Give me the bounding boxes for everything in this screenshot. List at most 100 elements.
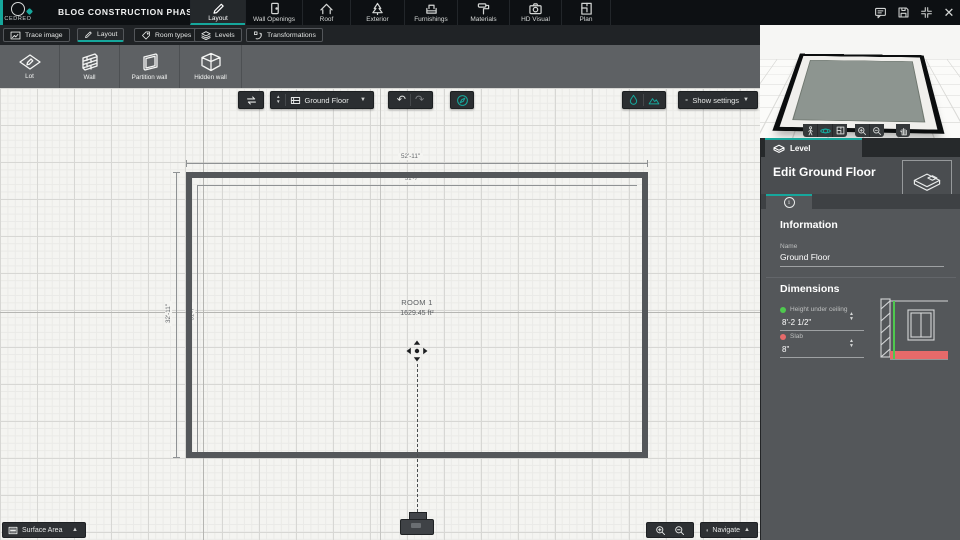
camera-icon — [529, 3, 542, 15]
dimension-line-left-outer — [176, 172, 177, 458]
slab-stepper[interactable]: ▲ ▼ — [849, 339, 854, 349]
layout-ribbon: Trace image Layout Room types Levels Tra… — [0, 25, 760, 45]
preview-toolbar — [760, 124, 960, 138]
app-window: CEDREO BLOG CONSTRUCTION PHASES Layout W… — [0, 0, 960, 540]
name-field[interactable]: Ground Floor — [780, 252, 830, 262]
plans-view-icon[interactable] — [833, 124, 847, 137]
project-title: BLOG CONSTRUCTION PHASES — [58, 7, 206, 17]
tab-label: Plan — [579, 16, 593, 23]
tab-label: Materials — [470, 16, 497, 23]
tab-materials[interactable]: Materials — [457, 0, 509, 25]
tab-information[interactable]: i — [766, 194, 812, 209]
door-icon — [270, 2, 279, 15]
tab-furnishings[interactable]: Furnishings — [404, 0, 457, 25]
collapse-icon[interactable] — [919, 6, 933, 20]
top-bar: CEDREO BLOG CONSTRUCTION PHASES Layout W… — [0, 0, 960, 25]
camera-sight-line — [417, 364, 418, 512]
tool-lot[interactable]: Lot — [0, 45, 60, 88]
brand-name: CEDREO — [4, 16, 32, 22]
ribbon-label: Room types — [155, 31, 192, 39]
tool-hidden-wall[interactable]: Hidden wall — [180, 45, 242, 88]
tab-level[interactable]: Level — [765, 138, 862, 157]
surface-area-dropdown[interactable]: Surface Area ▲ — [2, 522, 86, 538]
navigate-label: Navigate — [712, 526, 741, 534]
terrain-icon[interactable] — [648, 95, 660, 106]
orbit-view-icon[interactable] — [818, 124, 833, 137]
tab-roof[interactable]: Roof — [302, 0, 350, 25]
slab-field[interactable]: 8" — [782, 345, 789, 354]
zoom-in-icon[interactable] — [655, 525, 666, 536]
image-icon — [10, 31, 21, 39]
floor-plan-canvas[interactable]: 52'-11" 51'-7" 32'-11" 31'-7" ROOM 1 162… — [0, 88, 760, 540]
tool-label: Partition wall — [131, 74, 168, 81]
ribbon-trace-image[interactable]: Trace image — [3, 28, 70, 42]
dimension-label-outer-height: 32'-11" — [165, 300, 173, 327]
level-stepper[interactable]: ▲ ▼ — [276, 95, 281, 104]
chevron-down-icon: ▼ — [360, 97, 366, 103]
navigate-dropdown[interactable]: Navigate ▲ — [700, 522, 758, 538]
switch-view-button[interactable] — [238, 91, 264, 109]
preview-pan-hand-icon[interactable] — [896, 124, 910, 137]
show-settings-dropdown[interactable]: Show settings ▼ — [678, 91, 758, 109]
feedback-icon[interactable] — [873, 6, 887, 20]
height-status-dot — [780, 307, 786, 313]
tab-label: Exterior — [366, 16, 389, 23]
slab-highlight — [890, 351, 948, 359]
brick-wall-icon — [81, 53, 98, 71]
zoom-out-icon[interactable] — [674, 525, 685, 536]
height-stepper[interactable]: ▲ ▼ — [849, 312, 854, 322]
tab-label: Furnishings — [414, 16, 448, 23]
chevron-down-icon: ▼ — [743, 97, 749, 103]
ribbon-levels[interactable]: Levels — [194, 28, 242, 42]
ribbon-layout[interactable]: Layout — [77, 28, 125, 42]
tab-label: Roof — [319, 16, 334, 23]
close-icon[interactable]: ✕ — [942, 5, 956, 20]
sidebar-content: Information Name Ground Floor Dimensions… — [761, 209, 960, 540]
tab-wall-openings[interactable]: Wall Openings — [245, 0, 302, 25]
tool-wall[interactable]: Wall — [60, 45, 120, 88]
walkthrough-icon[interactable] — [803, 124, 818, 137]
ribbon-transformations[interactable]: Transformations — [246, 28, 323, 42]
tab-layout[interactable]: Layout — [190, 0, 245, 25]
wire-cube-icon — [200, 52, 221, 72]
undo-button[interactable]: ↶ — [397, 94, 406, 106]
hand-icon — [706, 529, 709, 532]
wall-tools-bar: Lot Wall Partition wall Hidden wall — [0, 45, 760, 88]
wall-section-diagram — [880, 298, 948, 360]
chevron-up-icon: ▲ — [72, 527, 78, 533]
save-icon[interactable] — [896, 6, 910, 20]
paint-roller-icon — [477, 3, 490, 15]
preview-zoom-out-icon[interactable] — [870, 124, 884, 137]
move-cursor-icon[interactable] — [406, 340, 428, 362]
tool-partition-wall[interactable]: Partition wall — [120, 45, 180, 88]
preview-3d-viewport[interactable] — [760, 25, 960, 138]
properties-sidebar: Level Edit Ground Floor i Information Na… — [760, 138, 960, 540]
room-name: ROOM 1 — [401, 298, 433, 307]
camera-marker[interactable] — [400, 512, 434, 538]
roof-icon — [320, 3, 333, 15]
redo-button[interactable]: ↷ — [415, 94, 424, 106]
sidebar-tab-row: Level — [761, 138, 960, 157]
tab-exterior[interactable]: Exterior — [350, 0, 404, 25]
preview-zoom-in-icon[interactable] — [855, 124, 870, 137]
cedreo-logo-icon[interactable] — [11, 2, 34, 16]
info-icon: i — [783, 197, 795, 208]
tab-hd-visual[interactable]: HD Visual — [509, 0, 561, 25]
zoom-controls — [646, 522, 694, 538]
compass-button[interactable] — [450, 91, 474, 109]
compass-icon — [456, 94, 468, 106]
sofa-icon — [425, 4, 437, 14]
show-settings-label: Show settings — [692, 95, 740, 105]
swap-arrows-icon — [246, 95, 256, 105]
paint-drop-icon[interactable] — [628, 94, 639, 106]
ribbon-room-types[interactable]: Room types — [134, 28, 199, 42]
building-icon — [290, 96, 300, 104]
level-selector-dropdown[interactable]: ▲ ▼ Ground Floor ▼ — [270, 91, 374, 109]
tree-icon — [372, 2, 383, 15]
tool-label: Hidden wall — [194, 74, 227, 81]
tab-plan[interactable]: Plan — [561, 0, 611, 25]
preview-room-3d — [772, 53, 945, 134]
name-label: Name — [780, 243, 798, 250]
tab-label: Layout — [208, 15, 228, 22]
height-under-ceiling-field[interactable]: 8'-2 1/2" — [782, 318, 811, 327]
